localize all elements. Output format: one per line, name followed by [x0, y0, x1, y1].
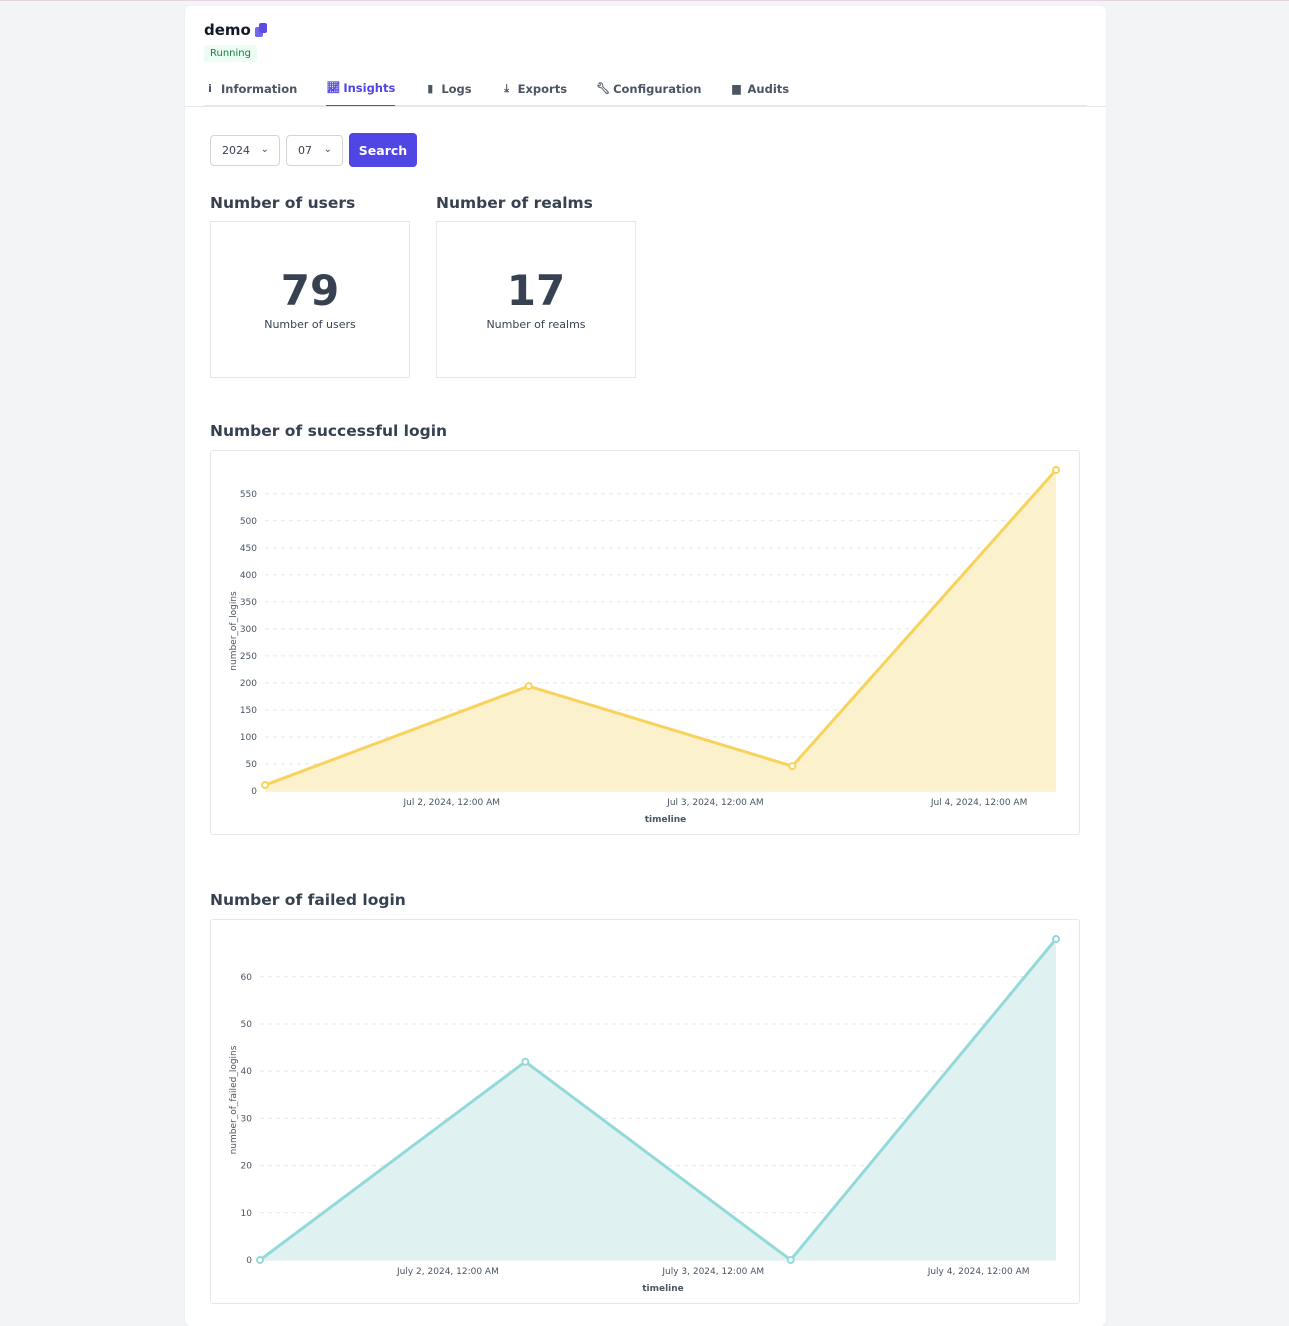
- successful-login-svg: 0 50 100 150 200 250 300 350 400 450 500 550 Jul 2, …: [229, 466, 1060, 825]
- tab-configuration[interactable]: 🔧︎ Configuration: [596, 70, 701, 107]
- x-tick-label: Jul 3, 2024, 12:00 AM: [666, 798, 764, 808]
- realms-label: Number of realms: [486, 318, 586, 331]
- realms-count: 17: [506, 266, 566, 315]
- y-tick-label: 400: [240, 571, 257, 581]
- status-badge: Running: [204, 45, 257, 62]
- y-tick-label: 30: [241, 1114, 253, 1124]
- y-tick-label: 40: [241, 1067, 253, 1077]
- wrench-icon: 🔧︎: [596, 82, 611, 95]
- search-button[interactable]: Search: [349, 133, 417, 167]
- data-point: [786, 1256, 795, 1264]
- area-fill: [265, 470, 1056, 791]
- users-heading: Number of users: [210, 194, 356, 212]
- users-card: 79 Number of users: [210, 221, 410, 378]
- data-point: [788, 762, 797, 771]
- data-point: [256, 1256, 264, 1264]
- realms-heading: Number of realms: [436, 194, 593, 212]
- chart-line-icon: 📈︎: [326, 81, 341, 94]
- y-tick-label: 350: [240, 598, 257, 608]
- chevron-down-icon: ⌄: [260, 144, 269, 155]
- month-select[interactable]: 07 ⌄: [286, 135, 343, 166]
- tab-bar: i Information 📈︎ Insights ▮ Logs ⤓ Exports 🔧…: [204, 70, 1087, 107]
- file-icon: ▮: [427, 82, 434, 95]
- x-tick-label: July 4, 2024, 12:00 AM: [927, 1267, 1030, 1277]
- y-tick-label: 550: [240, 490, 257, 500]
- failed-login-heading: Number of failed login: [210, 891, 406, 909]
- y-tick-label: 60: [241, 973, 253, 983]
- y-tick-label: 50: [246, 760, 258, 770]
- year-select[interactable]: 2024 ⌄: [210, 135, 280, 166]
- y-axis-label: number_of_failed_logins: [229, 1045, 239, 1154]
- failed-login-chart: 0 10 20 30 40 50 60 July 2, 2024, 12:00 AM July …: [210, 919, 1080, 1304]
- x-tick-label: July 3, 2024, 12:00 AM: [661, 1267, 764, 1277]
- tab-logs[interactable]: ▮ Logs: [424, 70, 471, 107]
- info-icon: i: [208, 82, 212, 95]
- y-tick-label: 200: [240, 679, 257, 689]
- x-tick-label: Jul 2, 2024, 12:00 AM: [403, 798, 501, 808]
- successful-login-heading: Number of successful login: [210, 422, 448, 440]
- tab-audits[interactable]: ▆ Audits: [731, 70, 789, 107]
- data-point: [521, 1057, 530, 1066]
- tab-information[interactable]: i Information: [204, 70, 297, 107]
- page-title: demo: [204, 21, 268, 39]
- failed-login-svg: 0 10 20 30 40 50 60 July 2, 2024, 12:00 AM July …: [229, 935, 1060, 1294]
- y-tick-label: 100: [240, 733, 257, 743]
- y-tick-label: 50: [241, 1020, 253, 1030]
- y-tick-label: 10: [241, 1209, 253, 1219]
- instance-panel: demo Running i Information 📈︎ Insights ▮ Lo…: [185, 6, 1106, 1326]
- divider: [185, 106, 1106, 107]
- data-point: [524, 682, 533, 691]
- x-tick-label: Jul 4, 2024, 12:00 AM: [930, 798, 1028, 808]
- tab-exports[interactable]: ⤓ Exports: [501, 70, 567, 107]
- area-fill: [260, 939, 1056, 1260]
- y-tick-label: 20: [241, 1162, 253, 1172]
- y-tick-label: 150: [240, 706, 257, 716]
- data-point: [1052, 466, 1060, 474]
- users-count: 79: [280, 266, 340, 315]
- data-point: [1052, 935, 1060, 943]
- y-tick-label: 450: [240, 544, 257, 554]
- calendar-icon: ▆: [732, 82, 741, 95]
- data-point: [261, 781, 269, 790]
- x-axis-label: timeline: [645, 815, 687, 825]
- y-tick-label: 300: [240, 625, 257, 635]
- y-tick-label: 500: [240, 517, 257, 527]
- x-axis-label: timeline: [642, 1284, 684, 1294]
- y-tick-label: 250: [240, 652, 257, 662]
- y-axis-label: number_of_logins: [229, 591, 239, 671]
- y-tick-label: 0: [251, 787, 257, 797]
- copy-icon[interactable]: [254, 23, 268, 37]
- users-label: Number of users: [264, 318, 356, 331]
- realms-card: 17 Number of realms: [436, 221, 636, 378]
- successful-login-chart: 0 50 100 150 200 250 300 350 400 450 500 550 Jul 2, …: [210, 450, 1080, 835]
- x-tick-label: July 2, 2024, 12:00 AM: [396, 1267, 499, 1277]
- download-icon: ⤓: [504, 81, 510, 95]
- y-tick-label: 0: [246, 1256, 252, 1266]
- tab-insights[interactable]: 📈︎ Insights: [326, 70, 396, 107]
- chevron-down-icon: ⌄: [323, 144, 332, 155]
